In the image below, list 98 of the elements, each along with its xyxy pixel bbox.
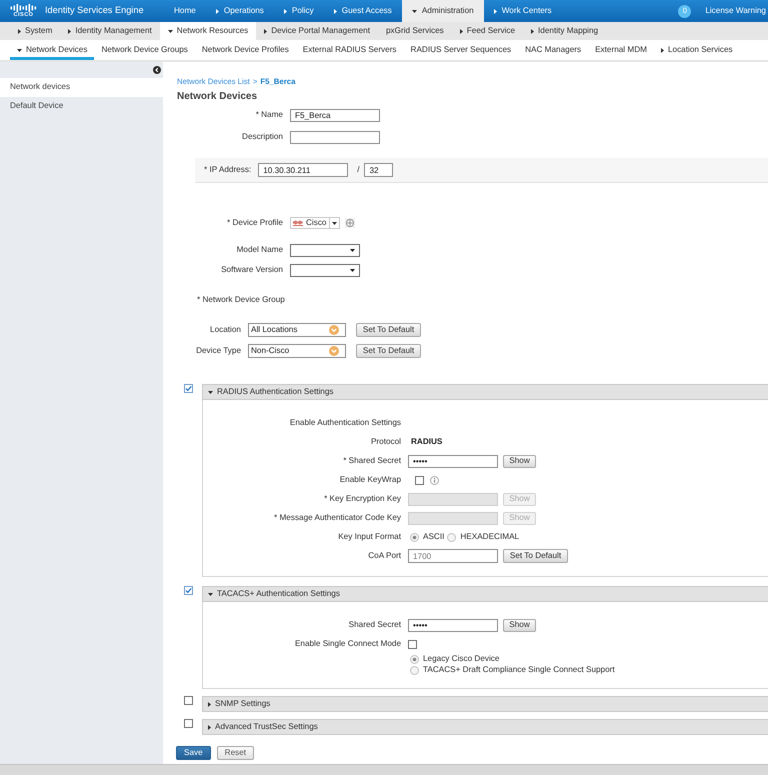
field-label: Software Version [220, 266, 283, 275]
subnav-tab[interactable]: Identity Management [60, 22, 160, 40]
tab[interactable]: External RADIUS Servers [296, 40, 404, 60]
checkbox[interactable] [184, 719, 193, 728]
field-label: Location [209, 326, 241, 334]
set-default-button[interactable]: Set To Default [356, 344, 421, 358]
set-default-button[interactable]: Set To Default [356, 323, 421, 337]
set-default-button[interactable]: Set To Default [503, 549, 568, 563]
logo-icon [10, 4, 37, 12]
caret-right-icon [208, 702, 211, 706]
save-button[interactable]: Save [176, 746, 211, 760]
sidebar-item[interactable]: Default Device [0, 97, 163, 116]
tab[interactable]: NAC Managers [518, 40, 588, 60]
field-label: CoA Port [367, 552, 401, 560]
subnav-tab[interactable]: Device Portal Management [256, 22, 378, 40]
checkbox[interactable] [415, 476, 424, 484]
reset-button[interactable]: Reset [216, 746, 254, 760]
description-field[interactable] [290, 131, 380, 144]
radio-button[interactable] [447, 532, 456, 542]
radio-button[interactable] [410, 532, 419, 542]
field-label: * Key Encryption Key [323, 494, 401, 504]
nav-menu-tab[interactable]: Administration [402, 0, 484, 22]
model-name-select[interactable] [290, 244, 360, 257]
subnav-tab[interactable]: Network Resources [160, 22, 256, 40]
field-label: Device Type [195, 346, 241, 356]
sidebar-item[interactable]: Network devices [0, 78, 163, 97]
field-label: * IP Address: [204, 166, 252, 174]
horizontal-scrollbar[interactable] [0, 764, 768, 775]
group-heading: * Network Device Group [197, 295, 285, 305]
field-label: Key Input Format [337, 532, 401, 542]
caret-down-icon [350, 249, 355, 252]
checkbox[interactable] [408, 640, 417, 648]
info-icon[interactable] [430, 476, 439, 484]
section-header[interactable]: SNMP Settings [202, 696, 768, 712]
product-title: Identity Services Engine [45, 6, 144, 16]
checkbox[interactable] [184, 586, 193, 595]
tab[interactable]: Network Device Profiles [194, 40, 296, 60]
caret-right-icon [208, 724, 211, 730]
show-button[interactable]: Show [503, 454, 536, 468]
chevron-down-icon [329, 325, 339, 335]
section-header[interactable]: RADIUS Authentication Settings [202, 384, 768, 400]
ip-separator: / [357, 166, 360, 174]
field-label: Enable KeyWrap [338, 476, 401, 484]
show-button[interactable]: Show [503, 618, 536, 632]
field-label: * Message Authenticator Code Key [273, 514, 401, 522]
radio-label: Legacy Cisco Device [423, 655, 500, 664]
section-subheading: Enable Authentication Settings [288, 418, 401, 428]
radio-label: ASCII [423, 532, 444, 542]
field-label: * Shared Secret [342, 456, 401, 466]
subnav-tab[interactable]: Feed Service [452, 22, 524, 40]
password-field[interactable]: ••••• [408, 454, 498, 468]
radio-button[interactable] [410, 655, 419, 664]
tab[interactable]: Location Services [654, 40, 740, 60]
nav-menu-tab[interactable]: Home [164, 0, 206, 22]
device-profile-select[interactable]: Cisco [290, 217, 340, 229]
nav-menu-tab[interactable]: Policy [274, 0, 324, 22]
protocol-value: RADIUS [411, 438, 442, 446]
license-warning-link[interactable]: License Warning [705, 6, 766, 16]
nav-menu-tab[interactable]: Operations [206, 0, 274, 22]
subnet-mask-field[interactable]: 32 [364, 163, 394, 177]
field-label: Shared Secret [348, 620, 401, 630]
password-field[interactable]: ••••• [408, 618, 498, 632]
caret-down-icon [208, 592, 213, 596]
tab[interactable]: External MDM [588, 40, 654, 60]
ip-address-field[interactable]: 10.30.30.211 [258, 163, 348, 177]
port-field[interactable]: 1700 [408, 549, 498, 563]
subnav-tab[interactable]: Identity Mapping [523, 22, 606, 40]
device-logo-icon [293, 220, 303, 226]
radio-label: HEXADECIMAL [460, 532, 520, 542]
tab[interactable]: Network Device Groups [94, 40, 195, 60]
field-label: Enable Single Connect Mode [294, 640, 401, 648]
plus-circle-icon[interactable] [345, 218, 355, 228]
subnav-tab[interactable]: System [10, 22, 60, 40]
radio-label: TACACS+ Draft Compliance Single Connect Support [423, 666, 615, 675]
group-select[interactable]: All Locations [248, 323, 346, 337]
field-label: Protocol [370, 438, 401, 446]
field-label: Model Name [236, 246, 283, 255]
software-version-select[interactable] [290, 264, 360, 277]
radio-button[interactable] [410, 666, 419, 675]
chevron-left-icon[interactable] [153, 66, 161, 74]
field-label: * Device Profile [226, 218, 283, 228]
tab[interactable]: RADIUS Server Sequences [404, 40, 518, 60]
nav-menu-tab[interactable]: Work Centers [484, 0, 562, 22]
field-label: Description [241, 133, 283, 142]
caret-down-icon [332, 222, 337, 224]
caret-down-icon [208, 390, 213, 394]
subnav-tab[interactable]: pxGrid Services [378, 22, 452, 40]
caret-down-icon [350, 269, 355, 272]
section-header[interactable]: TACACS+ Authentication Settings [202, 586, 768, 602]
chevron-down-icon [329, 346, 339, 356]
group-select[interactable]: Non-Cisco [248, 344, 346, 358]
checkbox[interactable] [184, 384, 193, 393]
checkbox[interactable] [184, 696, 193, 705]
page-title: Network Devices [177, 91, 258, 103]
section-header[interactable]: Advanced TrustSec Settings [202, 719, 768, 735]
name-field[interactable]: F5_Berca [290, 109, 380, 122]
field-label: * Name [254, 111, 283, 120]
nav-menu-tab[interactable]: Guest Access [324, 0, 402, 22]
